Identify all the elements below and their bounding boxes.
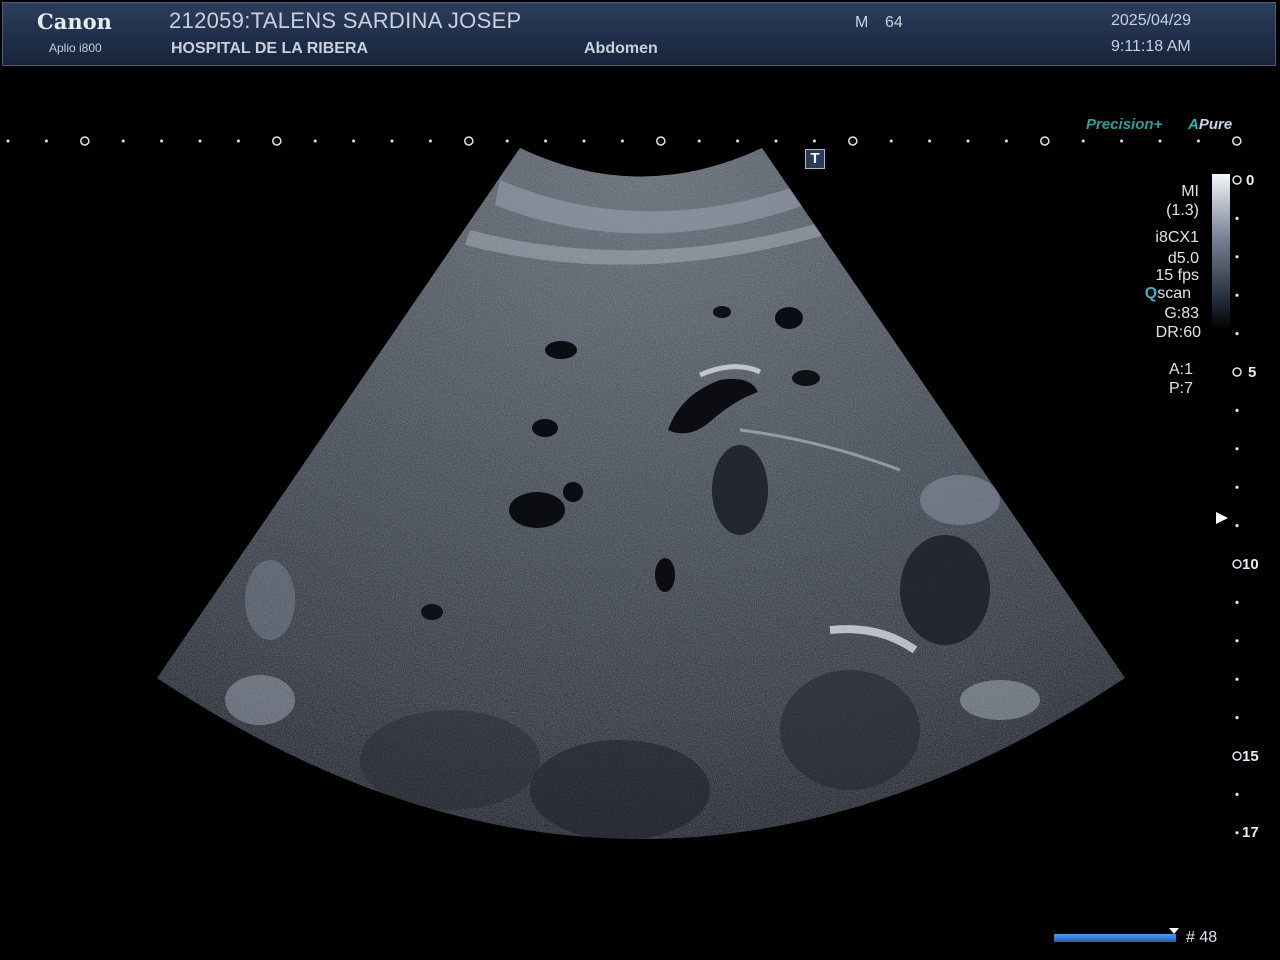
- dynamic-range-value: DR:60: [1155, 324, 1201, 341]
- cine-progress-bar[interactable]: [1054, 934, 1176, 942]
- acoustic-power-value: A:1: [1168, 361, 1193, 378]
- precision-plus-label: Precision+: [1086, 116, 1163, 133]
- lateral-scale-minor-tick: [544, 139, 548, 143]
- lateral-scale-minor-tick: [1158, 139, 1162, 143]
- depth-scale-minor-tick: [1235, 485, 1239, 489]
- depth-label-10: 10: [1242, 556, 1259, 573]
- depth-scale-minor-tick: [1235, 332, 1239, 336]
- lateral-scale-minor-tick: [352, 139, 356, 143]
- lateral-scale: [6, 136, 1242, 146]
- lateral-scale-minor-tick: [198, 139, 202, 143]
- depth-label-15: 15: [1242, 748, 1259, 765]
- depth-scale-major-tick: [1232, 175, 1242, 185]
- lateral-scale-major-tick: [656, 136, 666, 146]
- depth-scale-minor-tick: [1235, 716, 1239, 720]
- focus-marker[interactable]: [1216, 512, 1228, 524]
- mi-label: MI: [1181, 183, 1199, 200]
- lateral-scale-minor-tick: [428, 139, 432, 143]
- apure-label: APure: [1188, 116, 1232, 133]
- lateral-scale-minor-tick: [505, 139, 509, 143]
- apure-text: Pure: [1198, 116, 1233, 133]
- lateral-scale-minor-tick: [1004, 139, 1008, 143]
- lateral-scale-minor-tick: [582, 139, 586, 143]
- depth-scale-minor-tick: [1235, 447, 1239, 451]
- lateral-scale-minor-tick: [313, 139, 317, 143]
- ultrasound-sector: [157, 148, 1125, 839]
- lateral-scale-minor-tick: [620, 139, 624, 143]
- device-model: Aplio i800: [49, 41, 102, 55]
- lateral-scale-major-tick: [272, 136, 282, 146]
- depth-scale-minor-tick: [1235, 792, 1239, 797]
- transducer-orientation-marker: T: [805, 149, 825, 169]
- patient-age: 64: [885, 14, 903, 31]
- lateral-scale-minor-tick: [121, 139, 125, 143]
- depth-scale-minor-tick: [1235, 677, 1239, 681]
- exam-date: 2025/04/29: [1111, 12, 1192, 29]
- probe-name: i8CX1: [1155, 229, 1199, 246]
- lateral-scale-major-tick: [80, 136, 90, 146]
- header-bar: Canon Aplio i800 212059:TALENS SARDINA J…: [2, 2, 1276, 66]
- patient-id-name: 212059:TALENS SARDINA JOSEP: [169, 8, 522, 33]
- lateral-scale-major-tick: [464, 136, 474, 146]
- apure-a-letter: A: [1188, 116, 1199, 133]
- depth-value: d5.0: [1167, 250, 1199, 267]
- qscan-text: scan: [1157, 285, 1191, 302]
- lateral-scale-minor-tick: [697, 139, 701, 143]
- cine-position-marker[interactable]: [1169, 928, 1179, 934]
- brand-logo: Canon: [37, 9, 112, 34]
- depth-scale-minor-tick: [1235, 600, 1239, 605]
- lateral-scale-minor-tick: [160, 139, 164, 143]
- exam-time: 9:11:18 AM: [1111, 38, 1191, 55]
- ultrasound-image: [6, 136, 1242, 839]
- lateral-scale-minor-tick: [812, 139, 816, 143]
- lateral-scale-minor-tick: [236, 139, 240, 143]
- qscan-q-letter: Q: [1144, 285, 1158, 302]
- exam-preset: Abdomen: [584, 40, 658, 57]
- depth-scale: [1232, 175, 1242, 835]
- lateral-scale-minor-tick: [6, 139, 10, 143]
- depth-scale-minor-tick: [1235, 255, 1239, 259]
- depth-label-5: 5: [1248, 364, 1257, 381]
- gain-value: G:83: [1164, 305, 1199, 322]
- imaging-parameters: MI (1.3) i8CX1 d5.0 15 fps Qscan G:83 DR…: [1145, 182, 1201, 398]
- depth-scale-minor-tick: [1235, 524, 1239, 528]
- depth-scale-major-tick: [1232, 559, 1242, 569]
- depth-scale-minor-tick: [1235, 216, 1239, 220]
- lateral-scale-minor-tick: [889, 139, 893, 143]
- lateral-scale-minor-tick: [928, 139, 932, 143]
- depth-scale-major-tick: [1232, 751, 1242, 761]
- lateral-scale-minor-tick: [736, 139, 740, 143]
- depth-scale-major-tick: [1232, 367, 1242, 377]
- persistence-value: P:7: [1168, 380, 1193, 397]
- depth-scale-minor-tick: [1235, 831, 1239, 835]
- lateral-scale-major-tick: [848, 136, 858, 146]
- mi-value: (1.3): [1166, 202, 1199, 219]
- depth-label-0: 0: [1246, 172, 1255, 189]
- frame-number: # 48: [1186, 929, 1218, 946]
- frame-rate: 15 fps: [1155, 267, 1199, 284]
- lateral-scale-minor-tick: [390, 139, 394, 143]
- depth-scale-minor-tick: [1235, 639, 1239, 643]
- lateral-scale-major-tick: [1040, 136, 1050, 146]
- patient-sex: M: [855, 14, 869, 31]
- depth-scale-minor-tick: [1235, 293, 1239, 297]
- lateral-scale-major-tick: [1232, 136, 1242, 146]
- grayscale-bar: [1212, 174, 1230, 330]
- lateral-scale-minor-tick: [44, 139, 48, 143]
- lateral-scale-minor-tick: [774, 139, 778, 143]
- hospital-name: HOSPITAL DE LA RIBERA: [171, 40, 369, 57]
- lateral-scale-minor-tick: [1081, 139, 1085, 143]
- qscan-label: Qscan: [1145, 284, 1191, 304]
- lateral-scale-minor-tick: [1120, 139, 1124, 143]
- lateral-scale-minor-tick: [1196, 139, 1200, 143]
- depth-scale-minor-tick: [1235, 408, 1239, 412]
- lateral-scale-minor-tick: [966, 139, 970, 143]
- depth-label-17: 17: [1242, 824, 1259, 841]
